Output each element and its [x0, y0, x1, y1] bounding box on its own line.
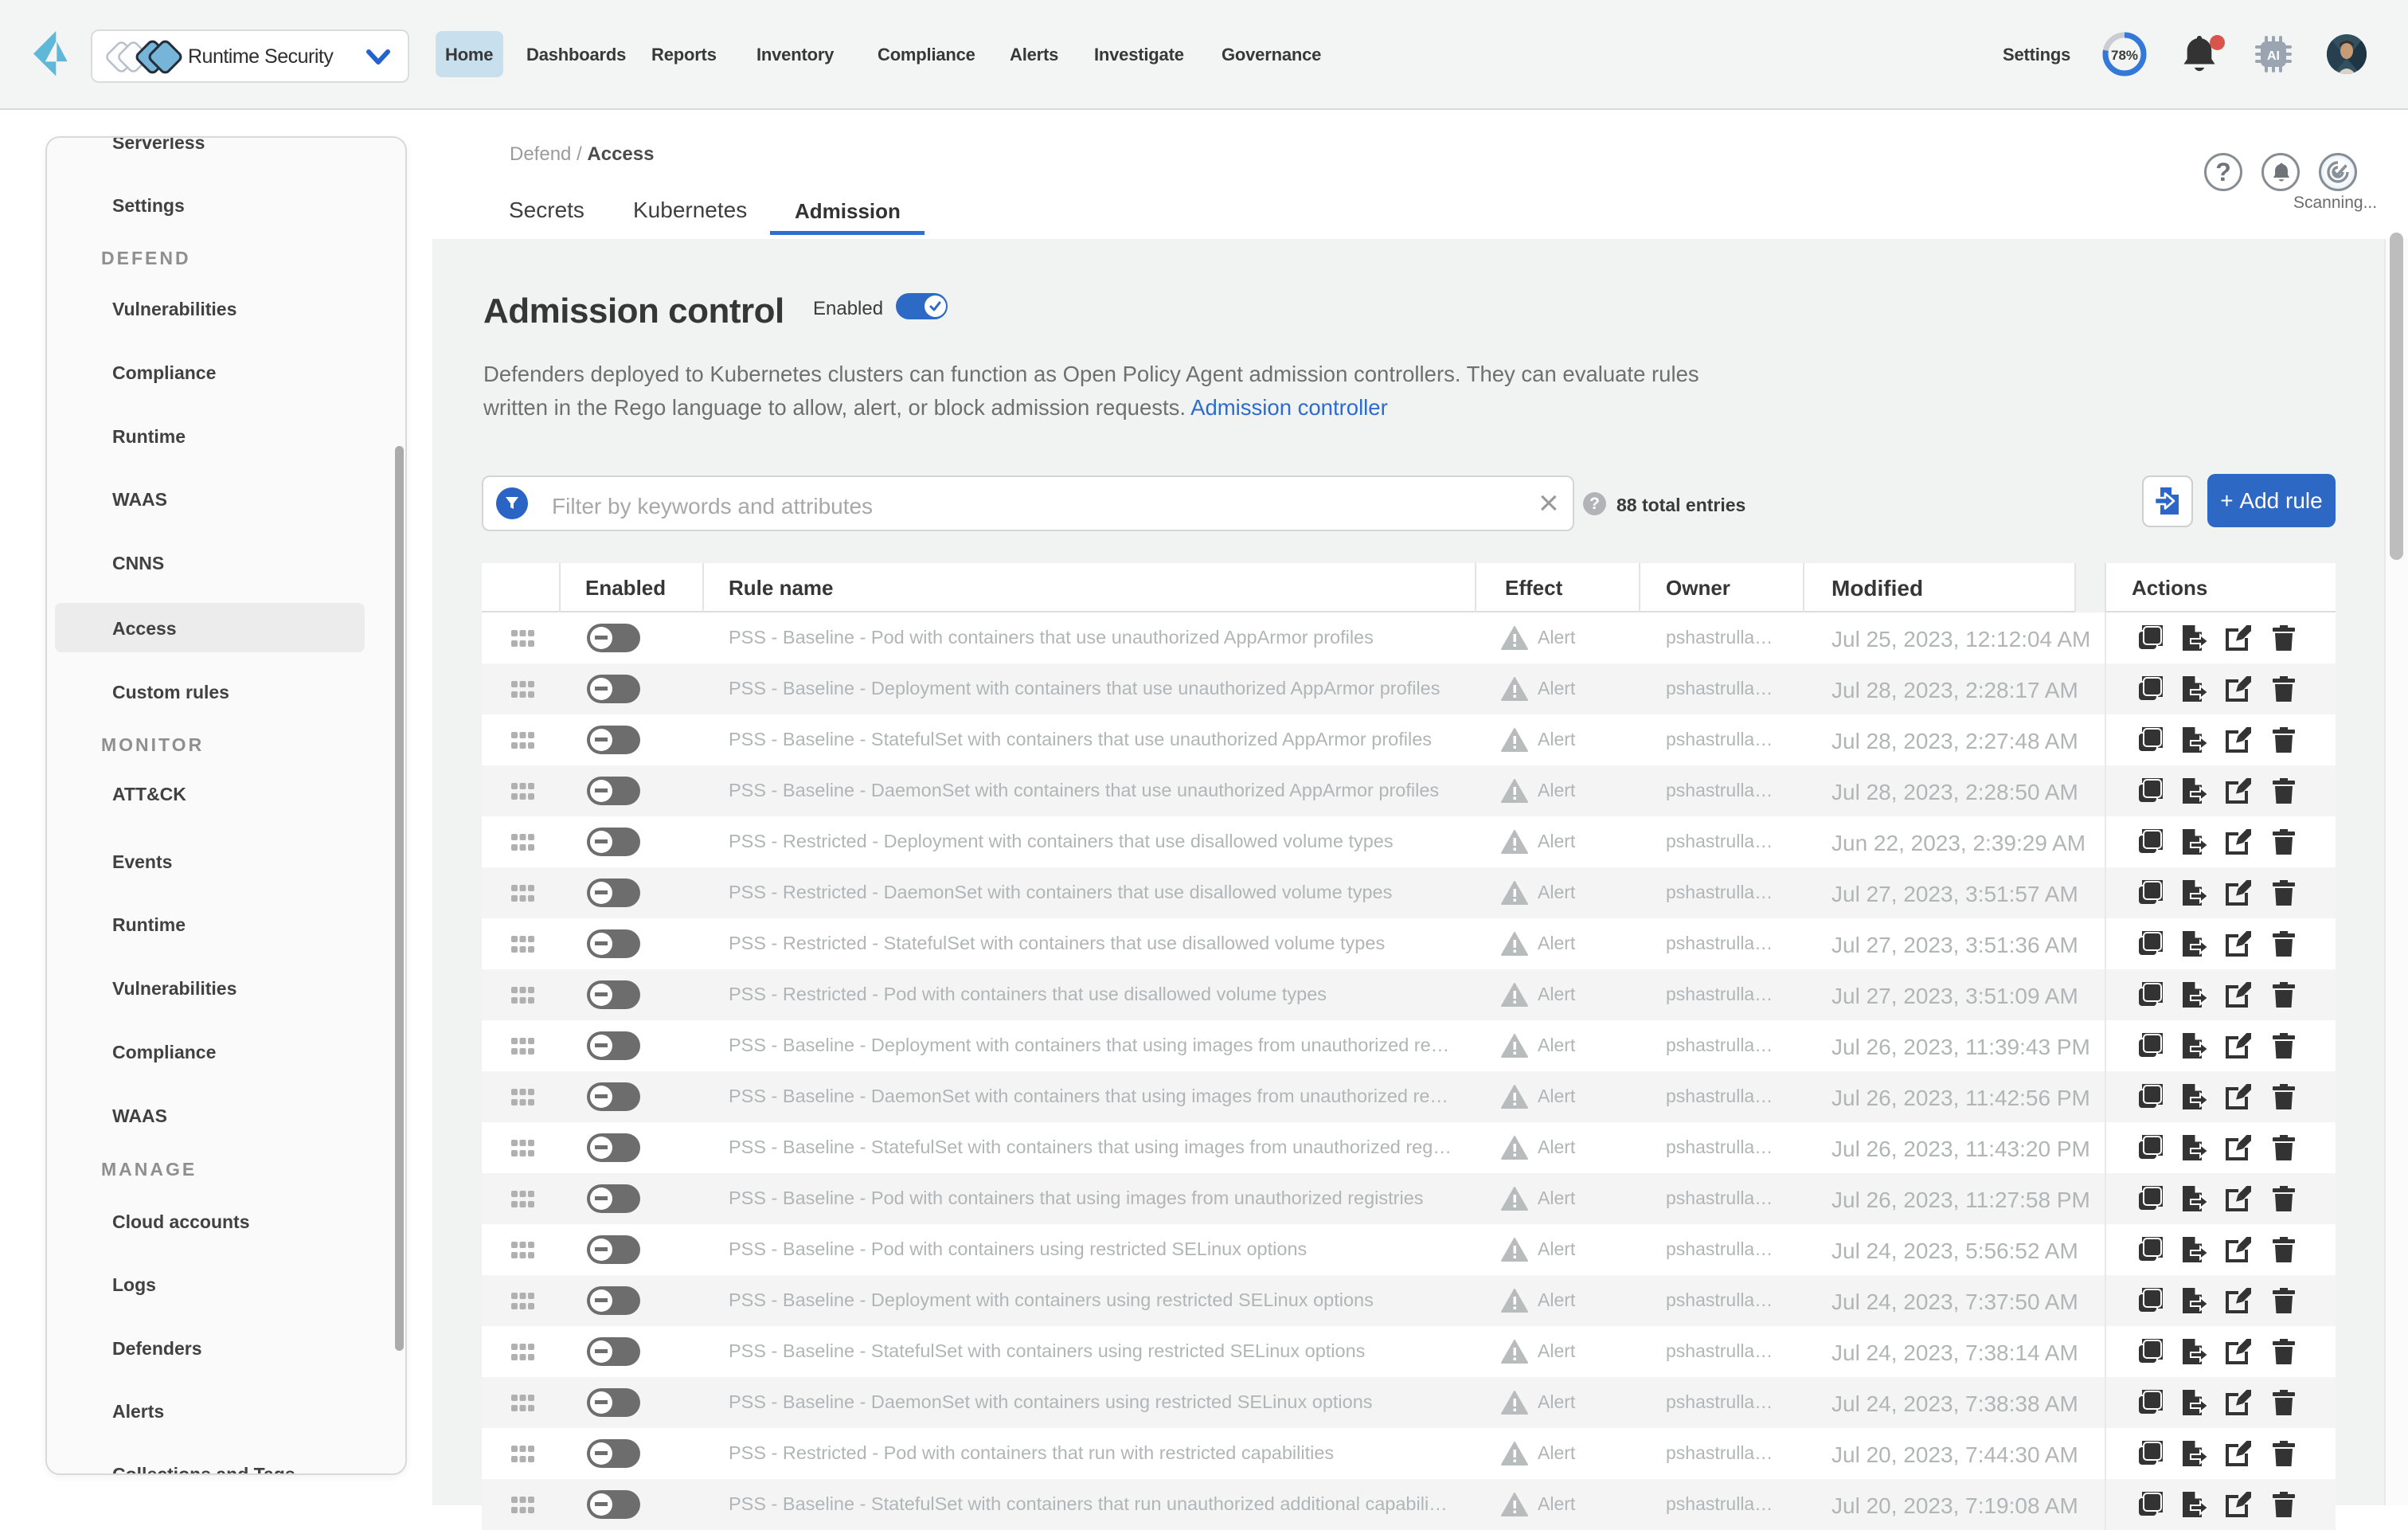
svg-text:AI: AI — [2267, 49, 2280, 63]
svg-text:78%: 78% — [2111, 48, 2138, 63]
